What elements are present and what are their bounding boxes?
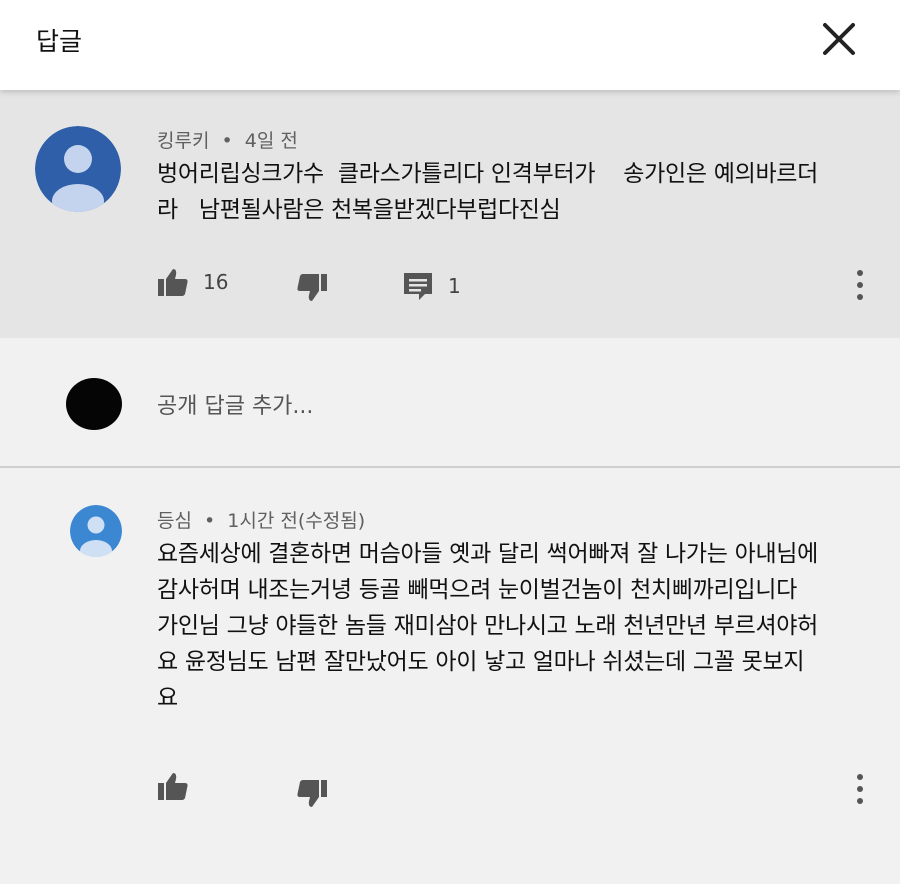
close-button[interactable] <box>818 18 860 60</box>
reply-author[interactable]: 등심 <box>157 510 192 532</box>
like-button[interactable] <box>157 770 189 802</box>
reply-count: 1 <box>448 274 461 298</box>
comment-author[interactable]: 킹루키 <box>157 130 209 152</box>
reply-text: 요즘세상에 결혼하면 머슴아들 옛과 달리 썩어빠져 잘 나가는 아내님에 감사… <box>157 541 819 711</box>
more-vert-icon <box>857 270 863 276</box>
divider <box>0 466 900 468</box>
thumbs-down-icon <box>297 274 327 301</box>
avatar[interactable] <box>35 126 121 212</box>
more-options-button[interactable] <box>851 266 871 306</box>
dislike-button[interactable] <box>296 778 328 810</box>
thumbs-up-icon <box>158 773 188 800</box>
comment-time: 4일 전 <box>244 130 298 152</box>
meta-separator: • <box>221 130 233 152</box>
close-icon <box>823 23 855 55</box>
avatar[interactable] <box>70 505 122 557</box>
my-avatar <box>66 378 122 430</box>
thumbs-up-icon <box>158 269 188 296</box>
like-button[interactable]: 16 <box>157 266 228 298</box>
like-count: 16 <box>203 270 229 294</box>
comment-meta: 킹루키 • 4일 전 <box>157 126 298 153</box>
more-vert-icon <box>857 774 863 780</box>
comment-text: 벙어리립싱크가수 클라스가틀리다 인격부터가 송가인은 예의바르더 라 남편될사… <box>157 161 819 223</box>
reply-input-row: 공개 답글 추가... <box>0 338 900 466</box>
dislike-button[interactable] <box>296 272 328 304</box>
comment-icon <box>404 273 432 300</box>
reply-time: 1시간 전(수정됨) <box>227 510 366 532</box>
parent-comment: 킹루키 • 4일 전 벙어리립싱크가수 클라스가틀리다 인격부터가 송가인은 예… <box>0 90 900 338</box>
header-title: 답글 <box>36 27 83 56</box>
reply-input[interactable]: 공개 답글 추가... <box>157 388 313 420</box>
reply-meta: 등심 • 1시간 전(수정됨) <box>157 506 365 533</box>
reply-button[interactable]: 1 <box>402 270 461 302</box>
meta-separator: • <box>204 510 216 532</box>
thumbs-down-icon <box>297 780 327 807</box>
dialog-header: 답글 <box>0 0 900 90</box>
more-options-button[interactable] <box>851 770 871 810</box>
